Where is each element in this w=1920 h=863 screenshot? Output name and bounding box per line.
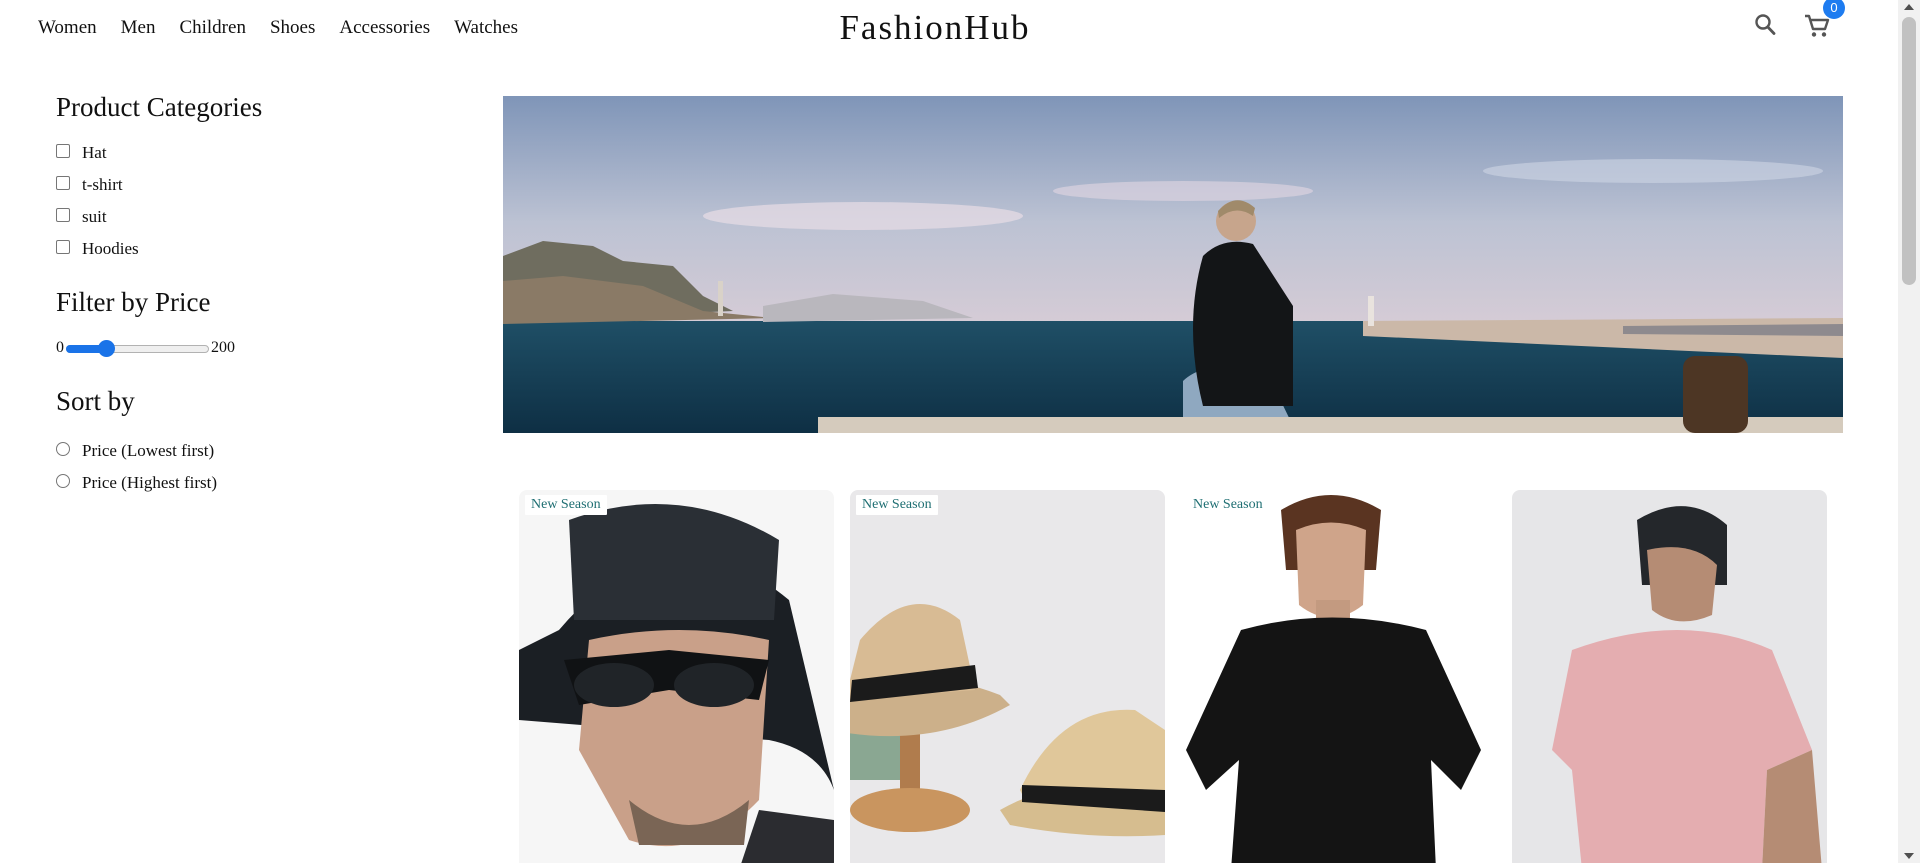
slider-thumb[interactable] (98, 340, 116, 357)
scroll-up-arrow-icon[interactable] (1904, 4, 1914, 10)
product-card[interactable]: New Season (1181, 490, 1496, 863)
new-season-badge: New Season (525, 495, 607, 515)
sort-option-lowest[interactable]: Price (Lowest first) (56, 435, 436, 467)
product-categories-heading: Product Categories (56, 92, 263, 122)
category-label: t-shirt (82, 175, 123, 194)
hoodies-checkbox[interactable] (56, 240, 70, 254)
search-icon[interactable] (1754, 12, 1778, 38)
price-filter: 0 200 (56, 338, 436, 358)
product-grid: New Season New Season New Season (519, 490, 1829, 863)
category-label: Hat (82, 143, 107, 162)
sort-highest-radio[interactable] (56, 474, 70, 488)
sort-option-label: Price (Highest first) (82, 473, 218, 492)
price-range-slider[interactable] (66, 338, 209, 358)
category-checkbox-list: Hat t-shirt suit Hoodies (56, 137, 436, 265)
category-option-hoodies[interactable]: Hoodies (56, 233, 436, 265)
sort-option-highest[interactable]: Price (Highest first) (56, 467, 436, 499)
product-card[interactable] (1512, 490, 1827, 863)
product-card[interactable]: New Season (519, 490, 834, 863)
filter-sidebar: Product Categories Hat t-shirt suit Hood… (56, 92, 436, 499)
scrollbar-thumb[interactable] (1902, 17, 1916, 285)
hero-banner-image (503, 96, 1843, 433)
category-option-hat[interactable]: Hat (56, 137, 436, 169)
product-card[interactable]: New Season (850, 490, 1165, 863)
hat-checkbox[interactable] (56, 144, 70, 158)
scroll-down-arrow-icon[interactable] (1904, 853, 1914, 859)
tshirt-checkbox[interactable] (56, 176, 70, 190)
category-label: Hoodies (82, 239, 139, 258)
sort-by-heading: Sort by (56, 386, 135, 416)
new-season-badge: New Season (1187, 495, 1269, 515)
brand-logo[interactable]: FashionHub (0, 8, 1870, 48)
category-option-suit[interactable]: suit (56, 201, 436, 233)
new-season-badge: New Season (856, 495, 938, 515)
sort-lowest-radio[interactable] (56, 442, 70, 456)
suit-checkbox[interactable] (56, 208, 70, 222)
sort-option-label: Price (Lowest first) (82, 441, 215, 460)
top-navigation: Women Men Children Shoes Accessories Wat… (0, 0, 1898, 58)
sort-radio-list: Price (Lowest first) Price (Highest firs… (56, 435, 436, 499)
page-scrollbar[interactable] (1898, 0, 1920, 863)
filter-by-price-heading: Filter by Price (56, 287, 211, 317)
category-label: suit (82, 207, 107, 226)
category-option-tshirt[interactable]: t-shirt (56, 169, 436, 201)
price-max-label: 200 (211, 339, 235, 356)
price-min-label: 0 (56, 339, 64, 356)
